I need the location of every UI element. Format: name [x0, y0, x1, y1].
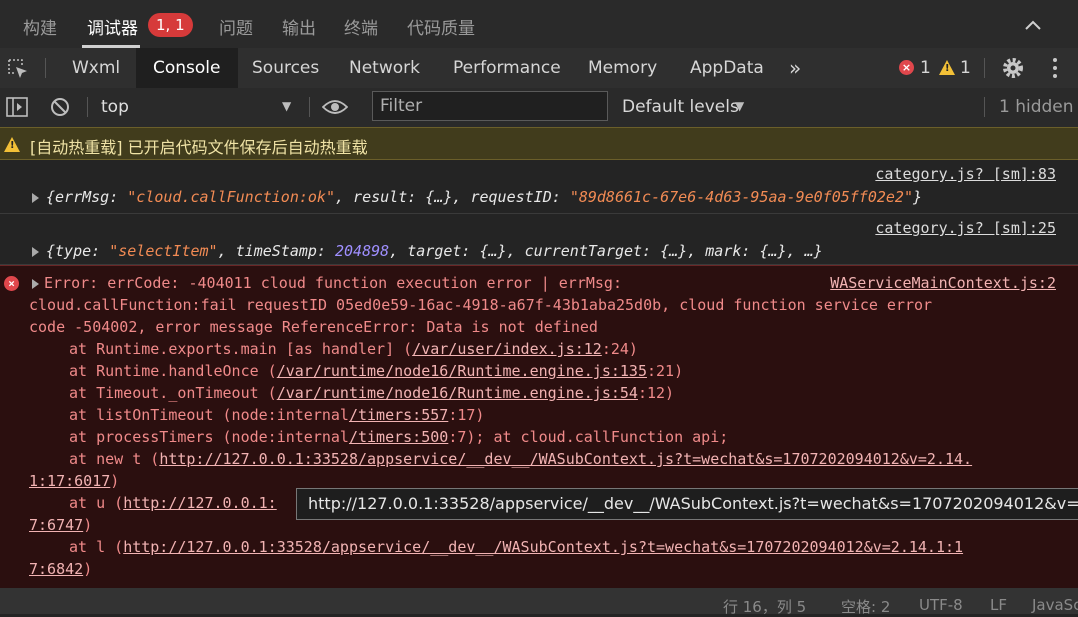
encoding[interactable]: UTF-8 — [919, 596, 963, 614]
source-link[interactable]: WAServiceMainContext.js:2 — [830, 274, 1056, 292]
stack-frame: at l (http://127.0.0.1:33528/appservice/… — [69, 538, 964, 556]
console-log-row: category.js? [sm]:25 {type: "selectItem"… — [0, 214, 1078, 265]
error-count[interactable]: 1 — [920, 48, 931, 88]
separator — [984, 58, 985, 78]
console-log-row: category.js? [sm]:83 {errMsg: "cloud.cal… — [0, 160, 1078, 214]
error-message: Error: errCode: -404011 cloud function e… — [44, 274, 622, 292]
warning-text: [自动热重载] 已开启代码文件保存后自动热重载 — [30, 138, 368, 157]
stack-link[interactable]: /var/runtime/node16/Runtime.engine.js:54 — [277, 384, 638, 402]
chevron-down-icon[interactable]: ▼ — [282, 99, 291, 113]
eye-icon[interactable] — [322, 97, 348, 117]
status-bar: 行 16，列 5 空格: 2 UTF-8 LF JavaScript — [0, 588, 1078, 616]
filter-input[interactable]: Filter — [372, 91, 608, 121]
tab-appdata[interactable]: AppData — [690, 48, 764, 88]
chevron-down-icon[interactable]: ▼ — [735, 99, 744, 113]
source-link[interactable]: category.js? [sm]:83 — [875, 165, 1056, 183]
tab-output[interactable]: 输出 — [282, 14, 316, 39]
tab-memory[interactable]: Memory — [588, 48, 657, 88]
panel-tab-bar: 构建 调试器 1, 1 问题 输出 终端 代码质量 — [0, 0, 1078, 49]
stack-link[interactable]: 7:6842 — [29, 560, 83, 578]
log-levels-dropdown[interactable]: Default levels — [622, 97, 739, 117]
tab-build[interactable]: 构建 — [23, 14, 57, 39]
stack-link[interactable]: 7:6747 — [29, 516, 83, 534]
stack-frame: at u (http://127.0.0.1: — [69, 494, 277, 512]
tab-terminal[interactable]: 终端 — [344, 14, 378, 39]
stack-link[interactable]: http://127.0.0.1:33528/appservice/__dev_… — [159, 450, 972, 468]
separator — [309, 97, 310, 117]
warning-icon: ! — [4, 137, 20, 152]
more-options-icon[interactable] — [1049, 57, 1061, 79]
stack-link[interactable]: 1:17:6017 — [29, 472, 110, 490]
expand-arrow-icon[interactable] — [32, 279, 39, 289]
log-object[interactable]: {errMsg: "cloud.callFunction:ok", result… — [46, 188, 922, 206]
link-tooltip: http://127.0.0.1:33528/appservice/__dev_… — [296, 488, 1078, 520]
language-mode[interactable]: JavaScript — [1032, 596, 1078, 614]
error-message: cloud.callFunction:fail requestID 05ed0e… — [29, 296, 933, 314]
stack-frame-cont: 1:17:6017) — [29, 472, 120, 490]
chevron-up-icon[interactable] — [1024, 18, 1042, 32]
stack-link[interactable]: /var/user/index.js:12 — [412, 340, 602, 358]
sidebar-toggle-icon[interactable] — [6, 97, 28, 117]
separator — [87, 97, 88, 117]
stack-frame: at Timeout._onTimeout (/var/runtime/node… — [69, 384, 675, 402]
stack-frame: at Runtime.handleOnce (/var/runtime/node… — [69, 362, 684, 380]
stack-frame-cont: 7:6842) — [29, 560, 93, 578]
expand-arrow-icon[interactable] — [32, 247, 39, 257]
tab-wxml[interactable]: Wxml — [72, 48, 120, 88]
tab-code-quality[interactable]: 代码质量 — [407, 14, 475, 39]
clear-console-icon[interactable] — [50, 97, 70, 117]
error-icon: × — [4, 276, 19, 291]
stack-link[interactable]: /var/runtime/node16/Runtime.engine.js:13… — [277, 362, 647, 380]
gear-icon[interactable] — [1001, 56, 1025, 80]
more-tabs-icon[interactable]: » — [789, 48, 801, 88]
tab-console[interactable]: Console — [136, 48, 238, 88]
tab-network[interactable]: Network — [349, 48, 420, 88]
expand-arrow-icon[interactable] — [32, 193, 39, 203]
tab-debugger[interactable]: 调试器 — [87, 14, 138, 39]
error-count-icon[interactable]: × — [899, 60, 914, 75]
console-error-row: × WAServiceMainContext.js:2 Error: errCo… — [0, 265, 1078, 588]
inspect-element-icon[interactable] — [7, 58, 29, 80]
tab-problems[interactable]: 问题 — [219, 14, 253, 39]
stack-link[interactable]: /timers:557 — [349, 406, 448, 424]
source-link[interactable]: category.js? [sm]:25 — [875, 219, 1056, 237]
stack-frame: at listOnTimeout (node:internal/timers:5… — [69, 406, 485, 424]
stack-frame: at new t (http://127.0.0.1:33528/appserv… — [69, 450, 973, 468]
stack-link[interactable]: http://127.0.0.1:33528/appservice/__dev_… — [123, 538, 963, 556]
stack-frame: at Runtime.exports.main [as handler] (/v… — [69, 340, 638, 358]
stack-frame: at processTimers (node:internal/timers:5… — [69, 428, 729, 446]
devtools-tab-bar: Wxml Console Sources Network Performance… — [0, 48, 1078, 89]
stack-link[interactable]: http://127.0.0.1: — [123, 494, 277, 512]
log-object[interactable]: {type: "selectItem", timeStamp: 204898, … — [46, 242, 823, 260]
tab-sources[interactable]: Sources — [252, 48, 319, 88]
error-message: code -504002, error message ReferenceErr… — [29, 318, 598, 336]
console-toolbar: top ▼ Filter Default levels ▼ 1 hidden — [0, 88, 1078, 128]
hidden-count: 1 hidden — [999, 97, 1074, 117]
stack-frame-cont: 7:6747) — [29, 516, 93, 534]
warning-message-row: ! [自动热重载] 已开启代码文件保存后自动热重载 — [0, 127, 1078, 160]
tab-performance[interactable]: Performance — [453, 48, 561, 88]
stack-link[interactable]: /timers:500 — [349, 428, 448, 446]
separator — [45, 58, 46, 78]
context-select[interactable]: top — [101, 97, 129, 117]
line-ending[interactable]: LF — [990, 596, 1007, 614]
warning-count[interactable]: 1 — [960, 48, 971, 88]
debugger-badge: 1, 1 — [148, 13, 193, 37]
separator — [984, 97, 985, 117]
warning-count-icon[interactable]: ! — [939, 60, 955, 75]
